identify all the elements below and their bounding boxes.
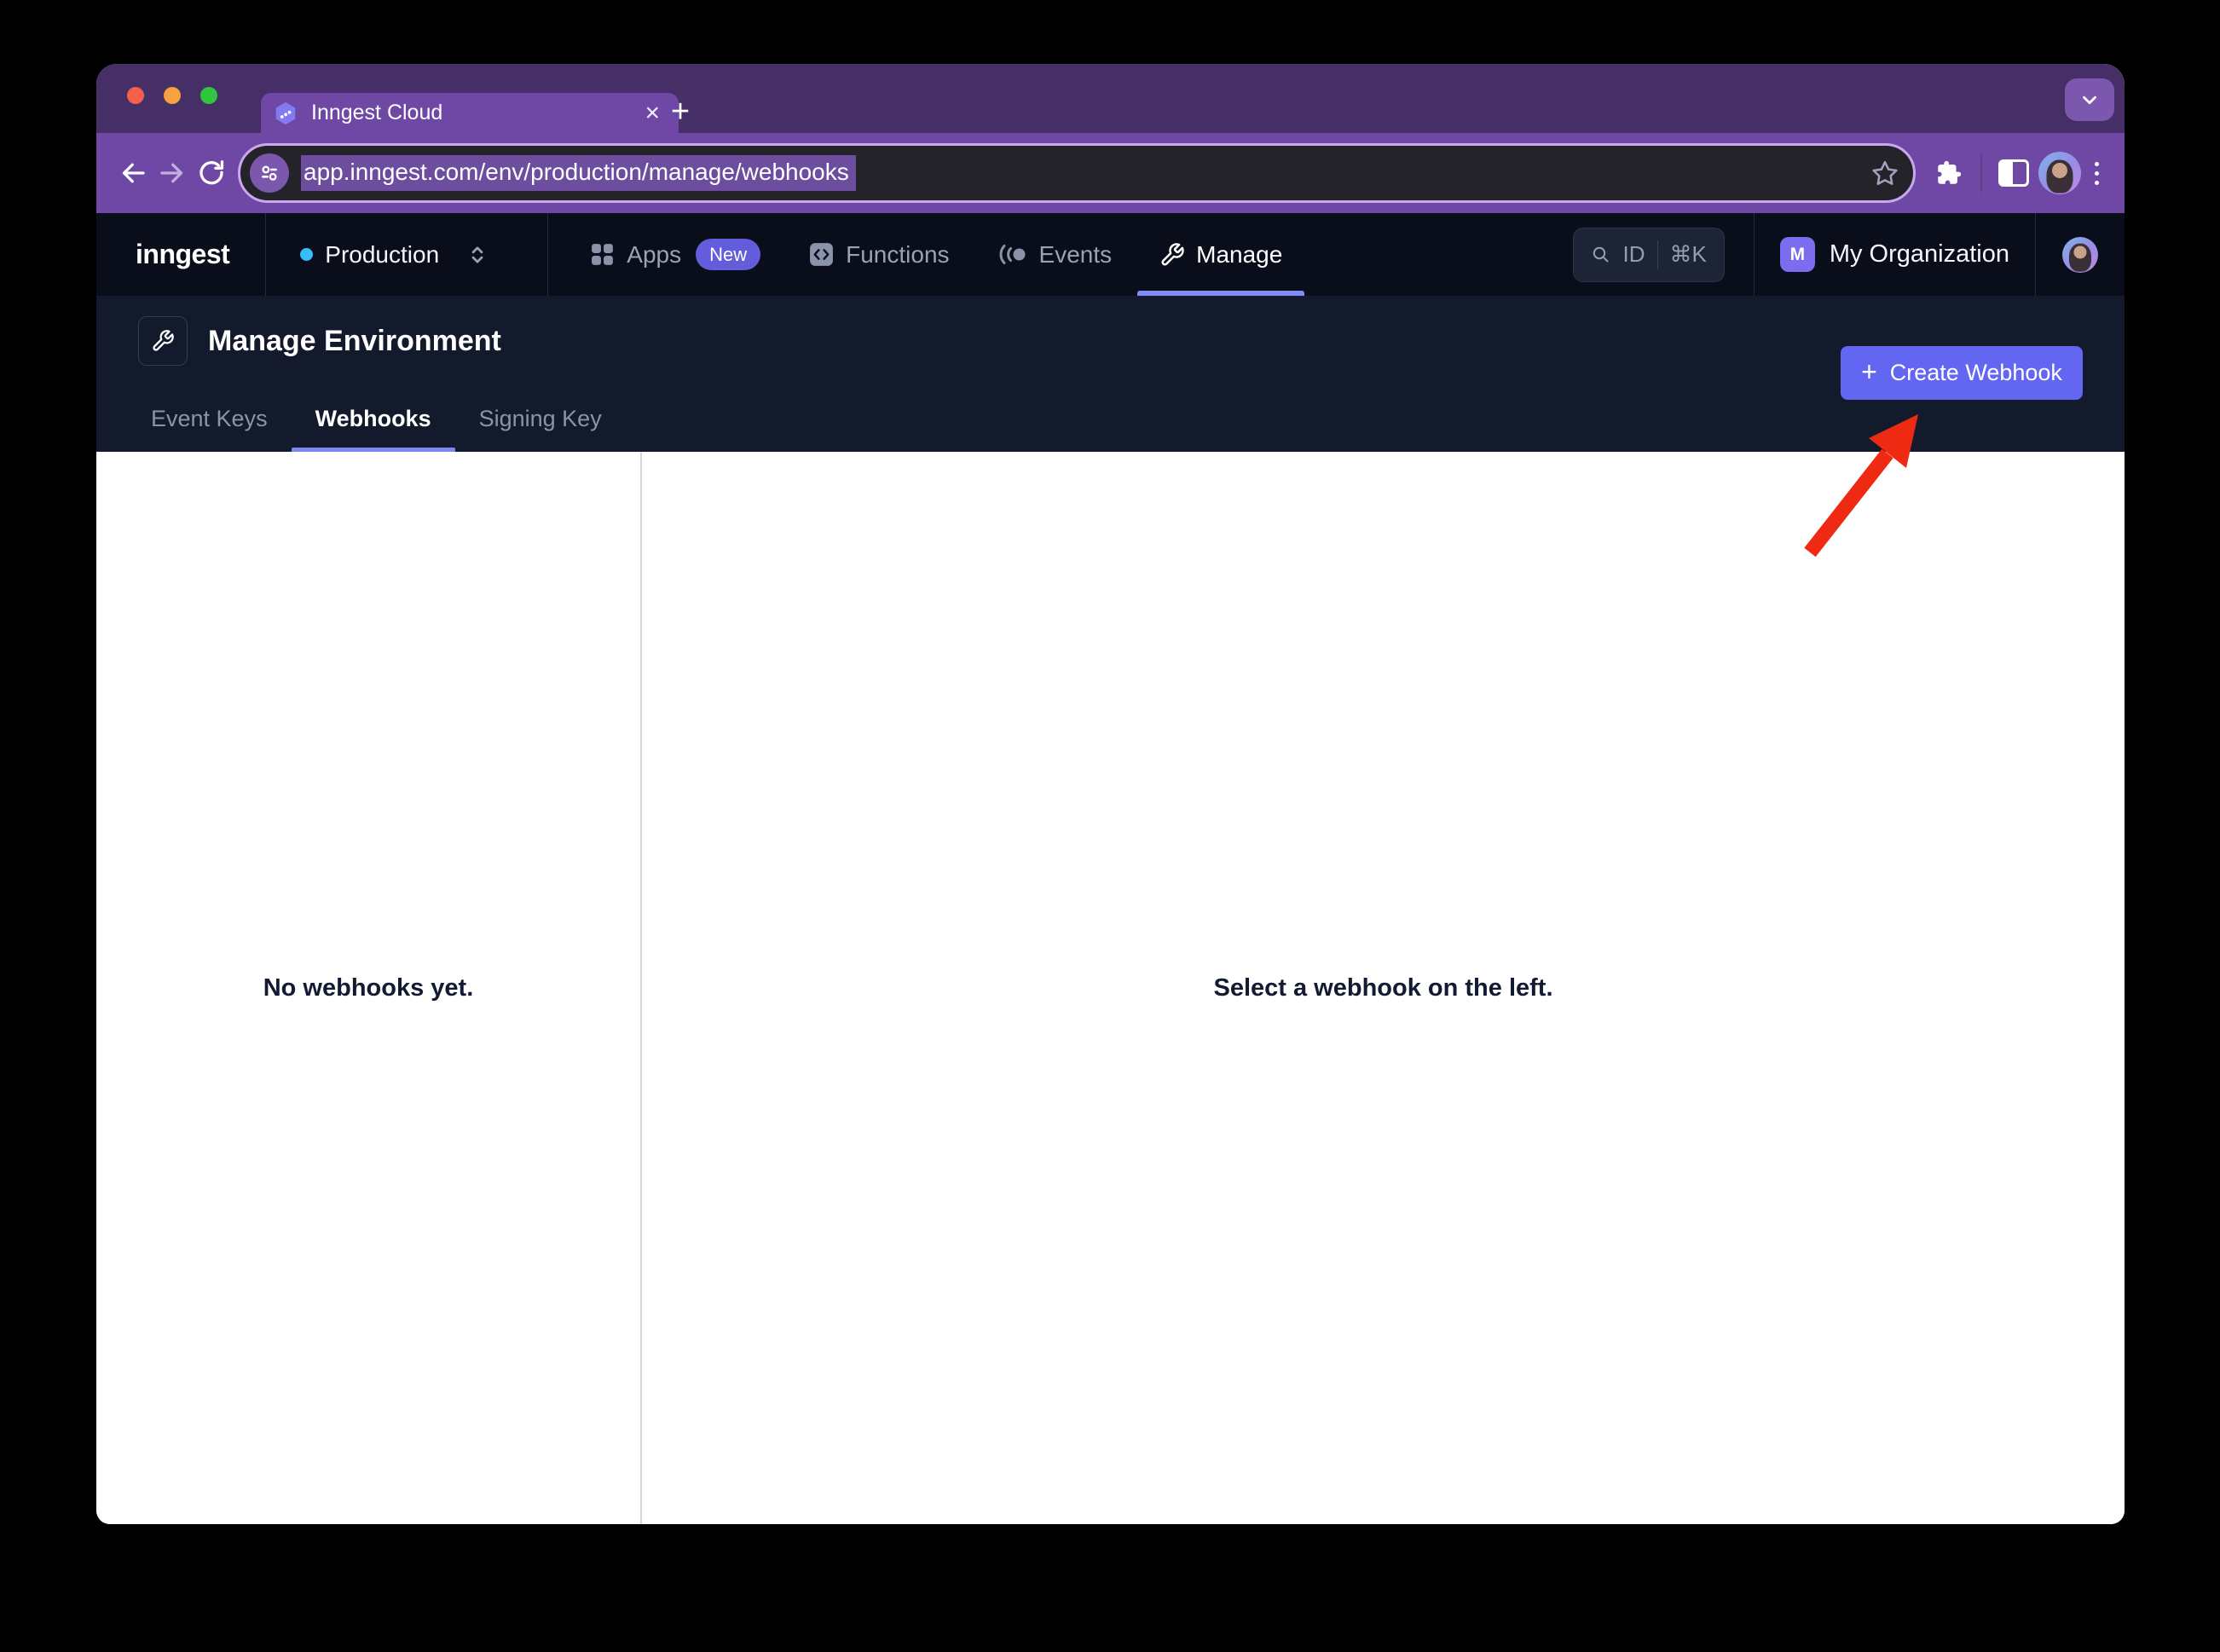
plus-icon: +	[1861, 356, 1877, 388]
org-initial-badge: M	[1780, 237, 1815, 272]
inngest-logo[interactable]: inngest	[96, 213, 265, 296]
traffic-lights	[127, 87, 217, 104]
nav-item-label: Events	[1039, 241, 1113, 269]
side-panel-button[interactable]	[1994, 153, 2033, 193]
search-by-id-button[interactable]: ID ⌘K	[1573, 228, 1725, 282]
organization-switcher[interactable]: M My Organization	[1755, 213, 2035, 296]
browser-window: Inngest Cloud × +	[96, 64, 2125, 1524]
puzzle-icon	[1934, 159, 1963, 188]
minimize-window-button[interactable]	[164, 87, 181, 104]
back-button[interactable]	[113, 153, 153, 193]
manage-environment-header: Manage Environment Event Keys Webhooks S…	[96, 296, 2125, 452]
reload-button[interactable]	[192, 153, 231, 193]
page-title: Manage Environment	[208, 325, 501, 358]
nav-item-functions[interactable]: Functions	[808, 213, 949, 296]
url-bar[interactable]: app.inngest.com/env/production/manage/we…	[238, 143, 1916, 203]
nav-item-label: Functions	[846, 241, 949, 269]
reload-icon	[196, 158, 227, 188]
env-name: Production	[325, 241, 439, 269]
tab-webhooks[interactable]: Webhooks	[292, 385, 455, 452]
search-id-label: ID	[1623, 241, 1645, 268]
zoom-window-button[interactable]	[200, 87, 217, 104]
new-badge: New	[696, 239, 760, 270]
new-tab-button[interactable]: +	[661, 92, 700, 131]
functions-code-icon	[808, 241, 835, 268]
nav-item-apps[interactable]: Apps New	[589, 213, 760, 296]
profile-avatar	[2038, 152, 2081, 194]
tune-icon	[258, 162, 280, 184]
org-name: My Organization	[1830, 240, 2009, 269]
events-stream-icon	[997, 241, 1028, 268]
apps-grid-icon	[589, 241, 616, 268]
tab-search-chevron-button[interactable]	[2065, 78, 2114, 121]
user-menu-button[interactable]	[2036, 213, 2125, 296]
empty-detail-message: Select a webhook on the left.	[1213, 974, 1552, 1002]
browser-tab-strip: Inngest Cloud × +	[96, 64, 2125, 133]
webhooks-content: No webhooks yet. Select a webhook on the…	[96, 452, 2125, 1524]
webhooks-list-panel: No webhooks yet.	[96, 452, 642, 1524]
search-icon	[1591, 245, 1611, 265]
nav-divider	[547, 213, 548, 296]
inngest-favicon-icon	[273, 101, 298, 126]
close-window-button[interactable]	[127, 87, 144, 104]
header-tabs: Event Keys Webhooks Signing Key	[127, 385, 626, 452]
bookmark-star-icon[interactable]	[1870, 159, 1899, 188]
manage-wrench-icon	[138, 316, 188, 366]
create-webhook-button[interactable]: + Create Webhook	[1841, 346, 2083, 400]
back-arrow-icon	[118, 158, 148, 188]
title-row: Manage Environment	[138, 296, 2083, 366]
nav-item-label: Manage	[1196, 241, 1282, 269]
forward-arrow-icon	[157, 158, 188, 188]
app-nav-bar: inngest Production	[96, 213, 2125, 296]
tab-signing-key[interactable]: Signing Key	[455, 385, 626, 452]
create-webhook-label: Create Webhook	[1890, 360, 2062, 386]
nav-items: Apps New Functions	[589, 213, 1282, 296]
empty-list-message: No webhooks yet.	[263, 974, 474, 1002]
browser-menu-button[interactable]	[2086, 162, 2107, 185]
site-settings-button[interactable]	[250, 153, 289, 193]
search-shortcut: ⌘K	[1670, 241, 1707, 268]
toolbar-divider	[1980, 154, 1982, 192]
pill-divider	[1657, 240, 1658, 269]
chevron-down-icon	[2078, 89, 2101, 111]
nav-item-label: Apps	[627, 241, 681, 269]
active-tab-underline	[292, 448, 455, 452]
wrench-icon	[1159, 242, 1185, 268]
side-panel-icon	[1998, 159, 2029, 187]
user-avatar	[2062, 237, 2098, 273]
webhook-detail-panel: Select a webhook on the left.	[642, 452, 2125, 1524]
tab-event-keys[interactable]: Event Keys	[127, 385, 292, 452]
unfold-chevrons-icon	[465, 242, 490, 268]
extensions-button[interactable]	[1929, 153, 1969, 193]
forward-button[interactable]	[153, 153, 192, 193]
nav-spacer	[1282, 213, 1572, 296]
url-text[interactable]: app.inngest.com/env/production/manage/we…	[301, 155, 856, 191]
nav-item-manage[interactable]: Manage	[1159, 213, 1282, 296]
env-status-dot	[300, 248, 313, 261]
environment-selector[interactable]: Production	[266, 213, 547, 296]
browser-tab[interactable]: Inngest Cloud ×	[261, 93, 679, 133]
browser-profile-button[interactable]	[2033, 153, 2086, 193]
browser-toolbar: app.inngest.com/env/production/manage/we…	[96, 133, 2125, 213]
nav-item-events[interactable]: Events	[997, 213, 1113, 296]
screenshot-stage: Inngest Cloud × +	[0, 0, 2220, 1652]
tab-title: Inngest Cloud	[311, 101, 627, 125]
